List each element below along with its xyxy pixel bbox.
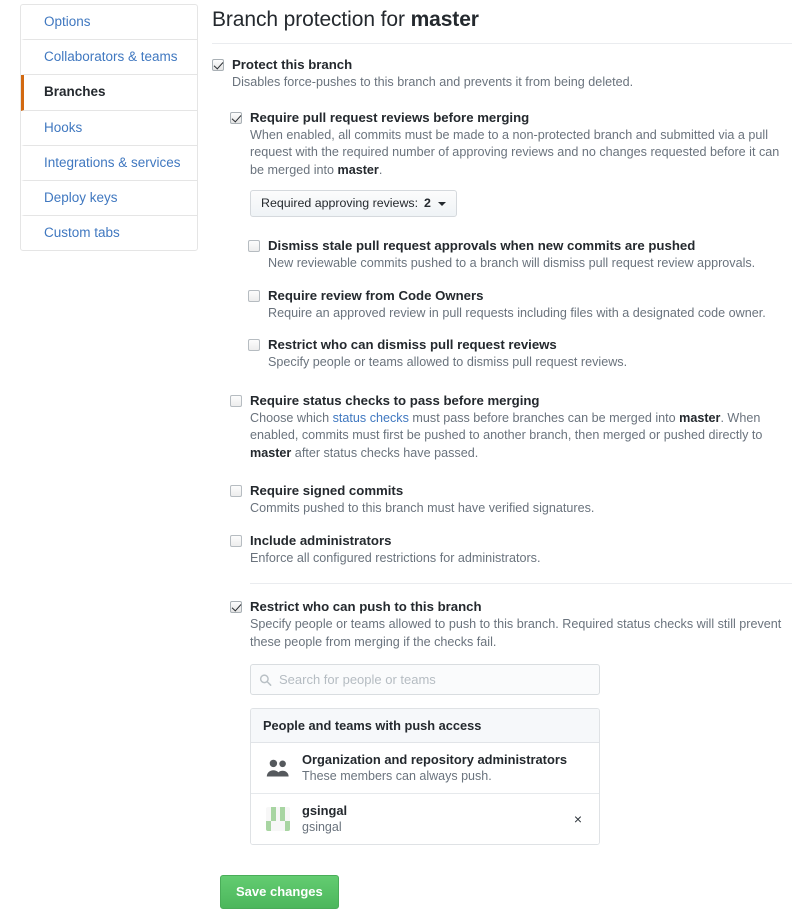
push-access-entry-subtitle: gsingal — [302, 819, 563, 835]
include-administrators-description: Enforce all configured restrictions for … — [250, 550, 792, 568]
restrict-push-checkbox[interactable] — [230, 601, 242, 613]
require-status-checks-label[interactable]: Require status checks to pass before mer… — [250, 392, 792, 409]
protect-this-branch-checkbox[interactable] — [212, 59, 224, 71]
desc-branch-name: master — [338, 163, 379, 177]
restrict-dismiss-reviews-description: Specify people or teams allowed to dismi… — [268, 354, 792, 372]
include-administrators-checkbox[interactable] — [230, 535, 242, 547]
restrict-dismiss-reviews-checkbox[interactable] — [248, 339, 260, 351]
include-administrators-label[interactable]: Include administrators — [250, 532, 792, 549]
dismiss-stale-approvals-checkbox[interactable] — [248, 240, 260, 252]
push-access-entry-user: gsingal gsingal × — [251, 794, 599, 844]
required-approving-reviews-dropdown[interactable]: Required approving reviews: 2 — [250, 190, 457, 217]
restrict-push-body: Restrict who can push to this branch Spe… — [230, 598, 792, 845]
status-checks-link[interactable]: status checks — [333, 411, 409, 425]
protect-this-branch-description: Disables force-pushes to this branch and… — [232, 74, 792, 92]
protect-this-branch-label[interactable]: Protect this branch — [232, 56, 792, 73]
require-code-owners-review-checkbox[interactable] — [248, 290, 260, 302]
branch-protection-page: Options Collaborators & teams Branches H… — [0, 0, 800, 766]
require-code-owners-review-row[interactable]: Require review from Code Owners Require … — [248, 287, 792, 323]
require-signed-commits-label[interactable]: Require signed commits — [250, 482, 792, 499]
push-access-entry-administrators: Organization and repository administrato… — [251, 743, 599, 794]
search-icon — [259, 673, 272, 686]
require-signed-commits-checkbox[interactable] — [230, 485, 242, 497]
require-status-checks-description: Choose which status checks must pass bef… — [250, 410, 792, 463]
push-access-entry-title: gsingal — [302, 803, 563, 819]
require-pull-request-reviews-body: Require pull request reviews before merg… — [230, 109, 792, 218]
section-divider — [250, 583, 792, 584]
dismiss-stale-approvals-description: New reviewable commits pushed to a branc… — [268, 255, 792, 273]
restrict-dismiss-reviews-label[interactable]: Restrict who can dismiss pull request re… — [268, 336, 792, 353]
settings-sidebar: Options Collaborators & teams Branches H… — [20, 4, 198, 251]
sidebar-item-branches[interactable]: Branches — [21, 75, 197, 110]
spacer — [212, 92, 792, 109]
require-signed-commits-description: Commits pushed to this branch must have … — [250, 500, 792, 518]
spacer — [212, 217, 792, 237]
restrict-push-description: Specify people or teams allowed to push … — [250, 616, 792, 651]
protect-this-branch-row[interactable]: Protect this branch Disables force-pushe… — [212, 56, 792, 92]
desc-text: When enabled, all commits must be made t… — [250, 128, 779, 177]
include-administrators-body: Include administrators Enforce all confi… — [230, 532, 792, 568]
push-access-list: People and teams with push access Org — [250, 708, 600, 845]
require-pull-request-reviews-row[interactable]: Require pull request reviews before merg… — [230, 109, 792, 218]
sidebar-item-options[interactable]: Options — [21, 5, 197, 40]
push-access-entry-main: Organization and repository administrato… — [302, 752, 587, 784]
spacer — [212, 372, 792, 392]
push-access-list-header: People and teams with push access — [251, 709, 599, 743]
require-code-owners-review-description: Require an approved review in pull reque… — [268, 305, 792, 323]
require-code-owners-review-label[interactable]: Require review from Code Owners — [268, 287, 792, 304]
sidebar-item-custom-tabs[interactable]: Custom tabs — [21, 216, 197, 250]
sidebar-item-collaborators-teams[interactable]: Collaborators & teams — [21, 40, 197, 75]
restrict-push-row[interactable]: Restrict who can push to this branch Spe… — [230, 598, 792, 845]
desc-text-end: . — [379, 163, 383, 177]
dismiss-stale-approvals-row[interactable]: Dismiss stale pull request approvals whe… — [248, 237, 792, 273]
require-status-checks-checkbox[interactable] — [230, 395, 242, 407]
spacer — [212, 462, 792, 482]
desc-text: after status checks have passed. — [291, 446, 478, 460]
avatar-wrap — [263, 807, 293, 831]
require-pull-request-reviews-checkbox[interactable] — [230, 112, 242, 124]
require-pull-request-reviews-label[interactable]: Require pull request reviews before merg… — [250, 109, 792, 126]
required-approving-reviews-dropdown-label: Required approving reviews: — [261, 196, 418, 211]
desc-text: Choose which — [250, 411, 333, 425]
sidebar-item-integrations-services[interactable]: Integrations & services — [21, 146, 197, 181]
desc-branch-name: master — [250, 446, 291, 460]
dismiss-stale-approvals-label[interactable]: Dismiss stale pull request approvals whe… — [268, 237, 792, 254]
people-teams-search-wrap — [250, 664, 600, 695]
restrict-push-label[interactable]: Restrict who can push to this branch — [250, 598, 792, 615]
dismiss-stale-approvals-body: Dismiss stale pull request approvals whe… — [248, 237, 792, 273]
spacer — [212, 518, 792, 532]
save-changes-button[interactable]: Save changes — [220, 875, 339, 909]
title-divider — [212, 43, 792, 44]
include-administrators-row[interactable]: Include administrators Enforce all confi… — [230, 532, 792, 568]
remove-user-icon[interactable]: × — [569, 810, 587, 828]
sidebar-item-deploy-keys[interactable]: Deploy keys — [21, 181, 197, 216]
required-approving-reviews-dropdown-value: 2 — [424, 196, 431, 211]
require-status-checks-row[interactable]: Require status checks to pass before mer… — [230, 392, 792, 463]
main-content: Branch protection for master Protect thi… — [198, 0, 800, 766]
restrict-dismiss-reviews-body: Restrict who can dismiss pull request re… — [248, 336, 792, 372]
protect-this-branch-body: Protect this branch Disables force-pushe… — [212, 56, 792, 92]
require-pull-request-reviews-description: When enabled, all commits must be made t… — [250, 127, 792, 180]
require-status-checks-body: Require status checks to pass before mer… — [230, 392, 792, 463]
spacer — [212, 273, 792, 287]
people-teams-search-input[interactable] — [250, 664, 600, 695]
people-icon — [266, 758, 290, 778]
spacer — [212, 322, 792, 336]
identicon-avatar — [266, 807, 290, 831]
page-title: Branch protection for master — [212, 8, 792, 32]
require-signed-commits-body: Require signed commits Commits pushed to… — [230, 482, 792, 518]
sidebar-item-hooks[interactable]: Hooks — [21, 111, 197, 146]
require-code-owners-review-body: Require review from Code Owners Require … — [248, 287, 792, 323]
people-icon-wrap — [263, 758, 293, 778]
desc-text: must pass before branches can be merged … — [409, 411, 679, 425]
desc-branch-name: master — [679, 411, 720, 425]
push-access-entry-subtitle: These members can always push. — [302, 768, 587, 784]
chevron-down-icon — [438, 202, 446, 206]
require-signed-commits-row[interactable]: Require signed commits Commits pushed to… — [230, 482, 792, 518]
restrict-dismiss-reviews-row[interactable]: Restrict who can dismiss pull request re… — [248, 336, 792, 372]
identicon-cell — [285, 826, 290, 831]
page-title-prefix: Branch protection for — [212, 8, 411, 31]
push-access-entry-main: gsingal gsingal — [302, 803, 563, 835]
page-title-branch: master — [411, 8, 479, 31]
